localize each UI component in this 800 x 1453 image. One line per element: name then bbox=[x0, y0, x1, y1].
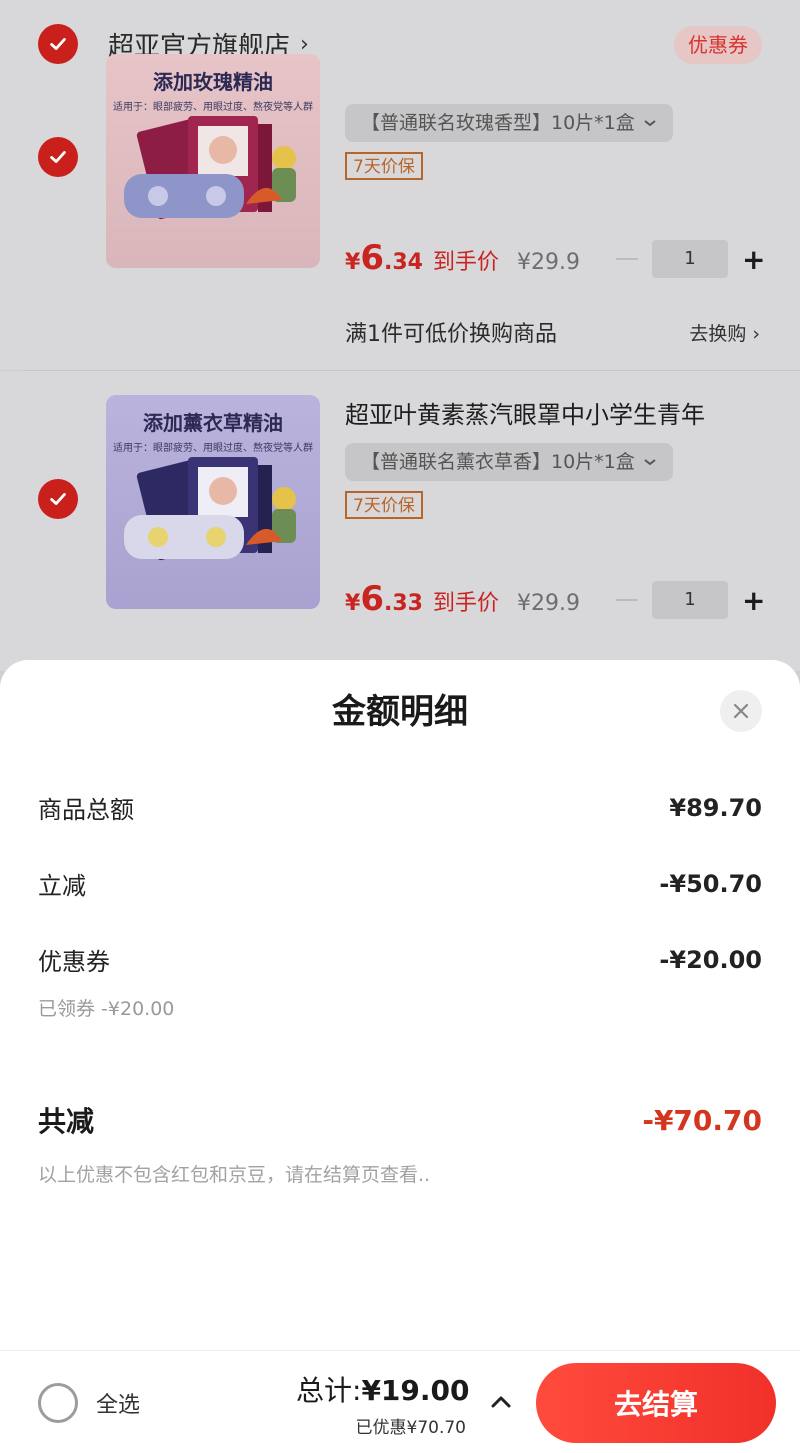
original-price: ¥29.9 bbox=[516, 591, 580, 616]
instant-discount-value: -¥50.70 bbox=[659, 869, 762, 898]
checkmark-icon bbox=[50, 38, 66, 50]
chevron-down-icon bbox=[644, 459, 656, 466]
coupon-label: 优惠券 bbox=[38, 948, 110, 976]
spec-selector[interactable]: 【普通联名玫瑰香型】10片*1盒 bbox=[345, 104, 673, 142]
increase-button[interactable]: + bbox=[742, 584, 765, 617]
close-icon bbox=[733, 703, 749, 719]
spec-label: 【普通联名薰衣草香】10片*1盒 bbox=[361, 451, 635, 473]
decrease-button[interactable] bbox=[616, 599, 638, 601]
checkout-bar: 全选 总计:¥19.00 已优惠¥70.70 去结算 bbox=[0, 1350, 800, 1453]
quantity-input[interactable]: 1 bbox=[652, 581, 728, 619]
item-checkbox[interactable] bbox=[38, 479, 78, 519]
item-checkbox[interactable] bbox=[38, 137, 78, 177]
exchange-promo-text: 满1件可低价换购商品 bbox=[345, 322, 557, 347]
total-value: ¥19.00 bbox=[361, 1374, 470, 1407]
quantity-stepper: 1 + bbox=[616, 240, 765, 278]
price-protect-badge: 7天价保 bbox=[345, 152, 423, 180]
select-all-label: 全选 bbox=[96, 1393, 141, 1418]
exchange-button[interactable]: 去换购 › bbox=[689, 319, 760, 346]
total-discount-row: 共减 -¥70.70 bbox=[38, 1100, 762, 1140]
coupon-button[interactable]: 优惠券 bbox=[674, 26, 762, 64]
price-protect-badge: 7天价保 bbox=[345, 491, 423, 519]
final-price-label: 到手价 bbox=[432, 591, 499, 616]
quantity-stepper: 1 + bbox=[616, 581, 765, 619]
final-price: ¥6.33 bbox=[345, 579, 423, 619]
price-row: ¥6.34 到手价 ¥29.9 bbox=[345, 238, 580, 278]
subtotal-value: ¥89.70 bbox=[669, 793, 762, 822]
order-summary: 总计:¥19.00 已优惠¥70.70 bbox=[296, 1369, 470, 1438]
amount-detail-sheet: 金额明细 商品总额 ¥89.70 立减 -¥50.70 优惠券 -¥20.00 … bbox=[0, 660, 800, 1350]
decrease-button[interactable] bbox=[616, 258, 638, 260]
checkmark-icon bbox=[50, 493, 66, 505]
cart-item: 添加薰衣草精油 适用于：眼部疲劳、用眼过度、熬夜党等人群 超亚叶黄素蒸汽眼罩中小… bbox=[0, 371, 800, 671]
final-price-label: 到手价 bbox=[432, 250, 499, 275]
cart-list: 超亚官方旗舰店 › 优惠券 添加玫瑰精油 适用于：眼部疲劳、用眼过度、熬夜党等人… bbox=[0, 0, 800, 700]
exchange-promo: 满1件可低价换购商品 去换购 › bbox=[345, 316, 760, 348]
coupon-row: 优惠券 -¥20.00 bbox=[38, 942, 762, 977]
increase-button[interactable]: + bbox=[742, 243, 765, 276]
select-all-radio[interactable] bbox=[38, 1383, 78, 1423]
spec-label: 【普通联名玫瑰香型】10片*1盒 bbox=[361, 112, 635, 134]
price-row: ¥6.33 到手价 ¥29.9 bbox=[345, 579, 580, 619]
product-illustration bbox=[124, 457, 296, 561]
instant-discount-label: 立减 bbox=[38, 872, 86, 900]
store-checkbox[interactable] bbox=[38, 24, 78, 64]
chevron-down-icon bbox=[644, 120, 656, 127]
subtotal-label: 商品总额 bbox=[38, 796, 134, 824]
chevron-up-icon[interactable] bbox=[488, 1389, 514, 1415]
total-discount-value: -¥70.70 bbox=[642, 1103, 762, 1137]
coupon-claimed-note: 已领券 -¥20.00 bbox=[38, 998, 175, 1020]
subtotal-row: 商品总额 ¥89.70 bbox=[38, 790, 762, 825]
select-all-toggle[interactable]: 全选 bbox=[38, 1383, 140, 1423]
product-image[interactable]: 添加玫瑰精油 适用于：眼部疲劳、用眼过度、熬夜党等人群 bbox=[106, 54, 320, 268]
total-discount-label: 共减 bbox=[38, 1105, 95, 1138]
total-amount: 总计:¥19.00 bbox=[296, 1369, 470, 1409]
saved-amount: 已优惠¥70.70 bbox=[355, 1418, 466, 1438]
original-price: ¥29.9 bbox=[516, 250, 580, 275]
instant-discount-row: 立减 -¥50.70 bbox=[38, 866, 762, 901]
product-illustration bbox=[124, 116, 296, 220]
coupon-value: -¥20.00 bbox=[659, 945, 762, 974]
checkout-button[interactable]: 去结算 bbox=[536, 1363, 776, 1443]
final-price: ¥6.34 bbox=[345, 238, 423, 278]
product-title[interactable]: 超亚叶黄素蒸汽眼罩中小学生青年 bbox=[345, 395, 765, 430]
close-button[interactable] bbox=[720, 690, 762, 732]
discount-disclaimer: 以上优惠不包含红包和京豆，请在结算页查看.. bbox=[38, 1164, 431, 1186]
product-image[interactable]: 添加薰衣草精油 适用于：眼部疲劳、用眼过度、熬夜党等人群 bbox=[106, 395, 320, 609]
checkmark-icon bbox=[50, 151, 66, 163]
sheet-title: 金额明细 bbox=[332, 692, 468, 732]
spec-selector[interactable]: 【普通联名薰衣草香】10片*1盒 bbox=[345, 443, 673, 481]
cart-item: 添加玫瑰精油 适用于：眼部疲劳、用眼过度、熬夜党等人群 【普通联名玫瑰香型】10… bbox=[0, 54, 800, 370]
quantity-input[interactable]: 1 bbox=[652, 240, 728, 278]
total-prefix: 总计: bbox=[296, 1374, 362, 1407]
